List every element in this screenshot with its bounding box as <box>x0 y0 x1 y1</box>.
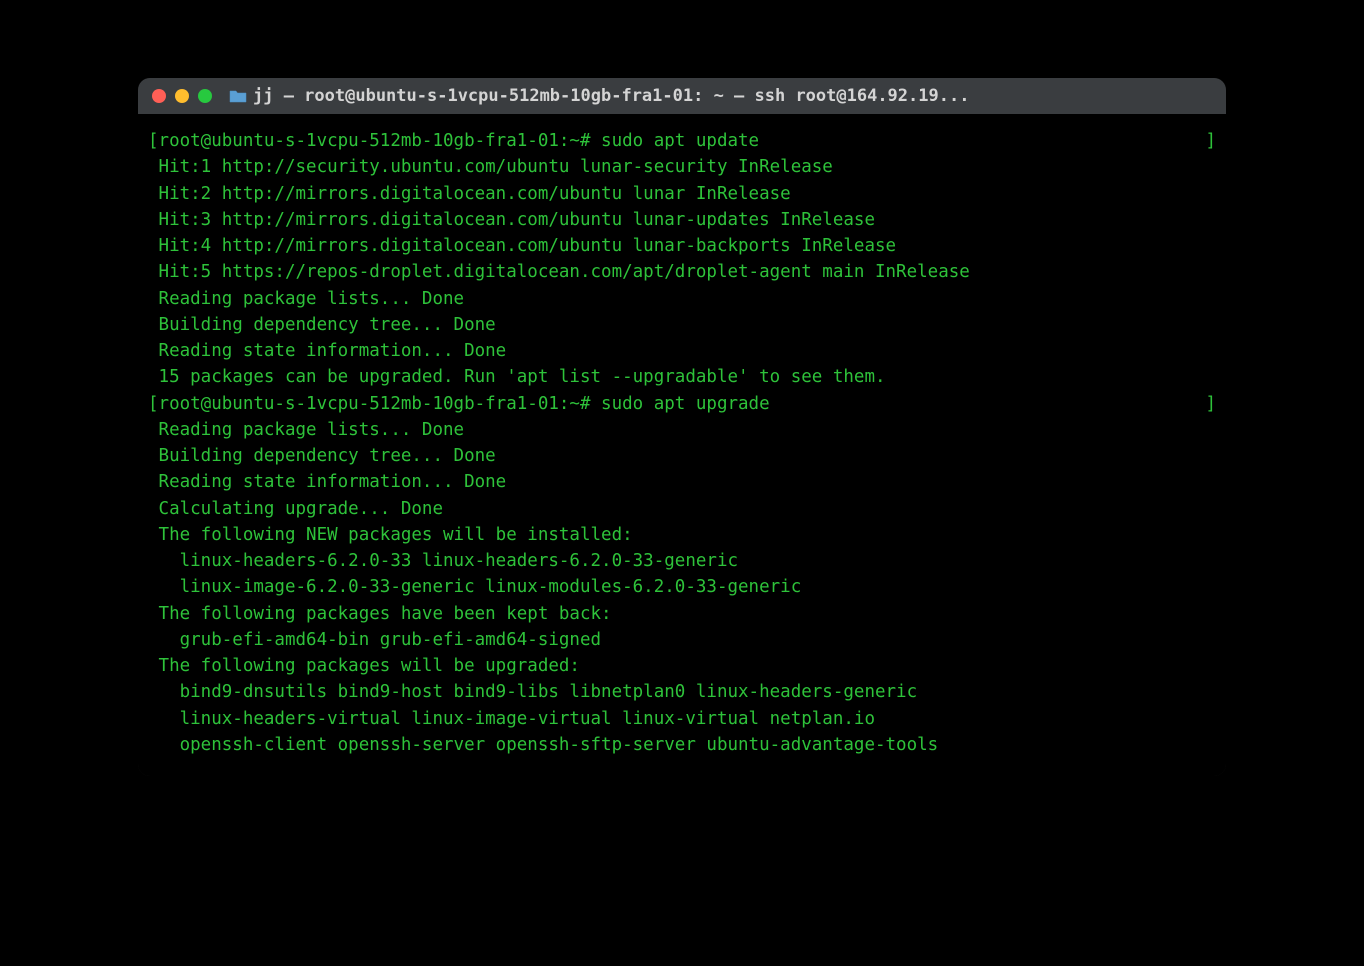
terminal-line: Reading package lists... Done <box>148 286 1216 312</box>
terminal-line: Reading package lists... Done <box>148 417 1216 443</box>
terminal-line: Reading state information... Done <box>148 338 1216 364</box>
terminal-line: [root@ubuntu-s-1vcpu-512mb-10gb-fra1-01:… <box>148 128 1216 154</box>
prompt-bracket-end: ] <box>1205 391 1216 417</box>
terminal-line: Calculating upgrade... Done <box>148 496 1216 522</box>
terminal-line: Hit:5 https://repos-droplet.digitalocean… <box>148 259 1216 285</box>
terminal-line: The following NEW packages will be insta… <box>148 522 1216 548</box>
terminal-line: bind9-dnsutils bind9-host bind9-libs lib… <box>148 679 1216 705</box>
folder-icon <box>229 89 247 103</box>
window-title-text: jj — root@ubuntu-s-1vcpu-512mb-10gb-fra1… <box>253 86 969 106</box>
terminal-line: Hit:2 http://mirrors.digitalocean.com/ub… <box>148 181 1216 207</box>
prompt-text: [root@ubuntu-s-1vcpu-512mb-10gb-fra1-01:… <box>148 391 770 417</box>
terminal-line: linux-image-6.2.0-33-generic linux-modul… <box>148 574 1216 600</box>
terminal-line: Hit:1 http://security.ubuntu.com/ubuntu … <box>148 154 1216 180</box>
terminal-line: Reading state information... Done <box>148 469 1216 495</box>
terminal-line: Building dependency tree... Done <box>148 312 1216 338</box>
terminal-line: Building dependency tree... Done <box>148 443 1216 469</box>
terminal-line: The following packages will be upgraded: <box>148 653 1216 679</box>
terminal-line: Hit:4 http://mirrors.digitalocean.com/ub… <box>148 233 1216 259</box>
window-title: jj — root@ubuntu-s-1vcpu-512mb-10gb-fra1… <box>229 86 969 106</box>
terminal-window: jj — root@ubuntu-s-1vcpu-512mb-10gb-fra1… <box>138 78 1226 776</box>
titlebar[interactable]: jj — root@ubuntu-s-1vcpu-512mb-10gb-fra1… <box>138 78 1226 114</box>
terminal-line: Hit:3 http://mirrors.digitalocean.com/ub… <box>148 207 1216 233</box>
terminal-body[interactable]: [root@ubuntu-s-1vcpu-512mb-10gb-fra1-01:… <box>138 114 1226 776</box>
terminal-line: grub-efi-amd64-bin grub-efi-amd64-signed <box>148 627 1216 653</box>
traffic-lights <box>152 89 212 103</box>
close-button[interactable] <box>152 89 166 103</box>
terminal-line: 15 packages can be upgraded. Run 'apt li… <box>148 364 1216 390</box>
prompt-text: [root@ubuntu-s-1vcpu-512mb-10gb-fra1-01:… <box>148 128 759 154</box>
terminal-line: openssh-client openssh-server openssh-sf… <box>148 732 1216 758</box>
terminal-line: linux-headers-6.2.0-33 linux-headers-6.2… <box>148 548 1216 574</box>
prompt-bracket-end: ] <box>1205 128 1216 154</box>
minimize-button[interactable] <box>175 89 189 103</box>
terminal-line: [root@ubuntu-s-1vcpu-512mb-10gb-fra1-01:… <box>148 391 1216 417</box>
terminal-line: The following packages have been kept ba… <box>148 601 1216 627</box>
terminal-line: linux-headers-virtual linux-image-virtua… <box>148 706 1216 732</box>
maximize-button[interactable] <box>198 89 212 103</box>
